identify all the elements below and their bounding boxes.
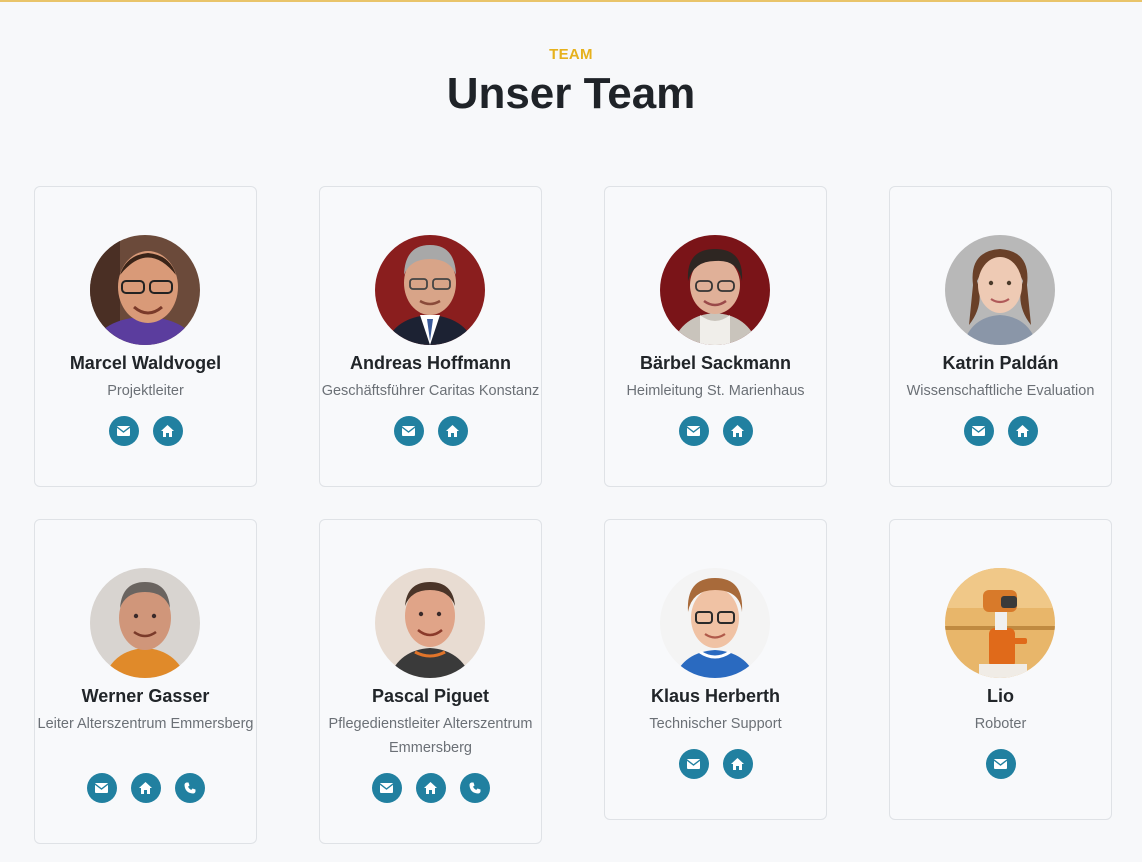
avatar-photo: [660, 568, 770, 678]
envelope-icon: [972, 426, 985, 436]
member-name: Marcel Waldvogel: [69, 353, 222, 373]
homepage-link[interactable]: [437, 416, 468, 446]
email-link[interactable]: [963, 416, 994, 446]
team-card-klaus-herberth: Klaus Herberth Technischer Support: [604, 519, 827, 820]
avatar-photo: [660, 235, 770, 345]
phone-link[interactable]: [459, 773, 490, 803]
member-name: Pascal Piguet: [371, 686, 490, 706]
envelope-icon: [117, 426, 130, 436]
top-accent-border: [0, 0, 1142, 2]
home-icon: [731, 425, 744, 437]
social-links: [890, 749, 1111, 779]
email-link[interactable]: [678, 749, 709, 779]
homepage-link[interactable]: [415, 773, 446, 803]
phone-link[interactable]: [174, 773, 205, 803]
team-card-pascal-piguet: Pascal Piguet Pflegedienstleiter Altersz…: [319, 519, 542, 844]
email-link[interactable]: [86, 773, 117, 803]
team-card-katrin-paldan: Katrin Paldán Wissenschaftliche Evaluati…: [889, 186, 1112, 487]
envelope-icon: [95, 783, 108, 793]
envelope-icon: [687, 426, 700, 436]
member-role: Heimleitung St. Marienhaus: [626, 383, 805, 399]
home-icon: [139, 782, 152, 794]
team-card-andreas-hoffmann: Andreas Hoffmann Geschäftsführer Caritas…: [319, 186, 542, 487]
social-links: [320, 416, 541, 446]
avatar-photo: [375, 568, 485, 678]
avatar-photo: [945, 235, 1055, 345]
email-link[interactable]: [678, 416, 709, 446]
homepage-link[interactable]: [152, 416, 183, 446]
avatar-photo: [375, 235, 485, 345]
section-eyebrow: TEAM: [549, 46, 593, 63]
member-role: Wissenschaftliche Evaluation: [906, 383, 1095, 399]
member-role: Pflegedienstleiter Alterszentrum Emmersb…: [328, 716, 533, 756]
email-link[interactable]: [108, 416, 139, 446]
home-icon: [446, 425, 459, 437]
member-name: Lio: [987, 686, 1014, 706]
member-name: Andreas Hoffmann: [349, 353, 511, 373]
homepage-link[interactable]: [130, 773, 161, 803]
homepage-link[interactable]: [722, 416, 753, 446]
page-title: Unser Team: [446, 69, 696, 118]
team-card-werner-gasser: Werner Gasser Leiter Alterszentrum Emmer…: [34, 519, 257, 844]
homepage-link[interactable]: [1007, 416, 1038, 446]
social-links: [35, 773, 256, 803]
social-links: [605, 416, 826, 446]
social-links: [320, 773, 541, 803]
team-card-lio: Lio Roboter: [889, 519, 1112, 820]
home-icon: [424, 782, 437, 794]
home-icon: [731, 758, 744, 770]
member-role: Projektleiter: [107, 383, 184, 399]
email-link[interactable]: [985, 749, 1016, 779]
email-link[interactable]: [393, 416, 424, 446]
phone-icon: [184, 782, 195, 794]
email-link[interactable]: [371, 773, 402, 803]
member-role: Technischer Support: [649, 716, 782, 732]
avatar-photo: [90, 235, 200, 345]
team-card-baerbel-sackmann: Bärbel Sackmann Heimleitung St. Marienha…: [604, 186, 827, 487]
member-role: Geschäftsführer Caritas Konstanz: [321, 383, 540, 399]
member-name: Werner Gasser: [81, 686, 210, 706]
team-card-marcel-waldvogel: Marcel Waldvogel Projektleiter: [34, 186, 257, 487]
envelope-icon: [402, 426, 415, 436]
social-links: [890, 416, 1111, 446]
avatar-photo: [945, 568, 1055, 678]
homepage-link[interactable]: [722, 749, 753, 779]
envelope-icon: [994, 759, 1007, 769]
home-icon: [1016, 425, 1029, 437]
member-name: Bärbel Sackmann: [639, 353, 792, 373]
member-name: Katrin Paldán: [942, 353, 1059, 373]
member-name: Klaus Herberth: [650, 686, 781, 706]
social-links: [35, 416, 256, 446]
member-role: Leiter Alterszentrum Emmersberg: [37, 716, 254, 732]
member-role: Roboter: [974, 716, 1027, 732]
home-icon: [161, 425, 174, 437]
phone-icon: [469, 782, 480, 794]
envelope-icon: [687, 759, 700, 769]
envelope-icon: [380, 783, 393, 793]
social-links: [605, 749, 826, 779]
avatar-photo: [90, 568, 200, 678]
